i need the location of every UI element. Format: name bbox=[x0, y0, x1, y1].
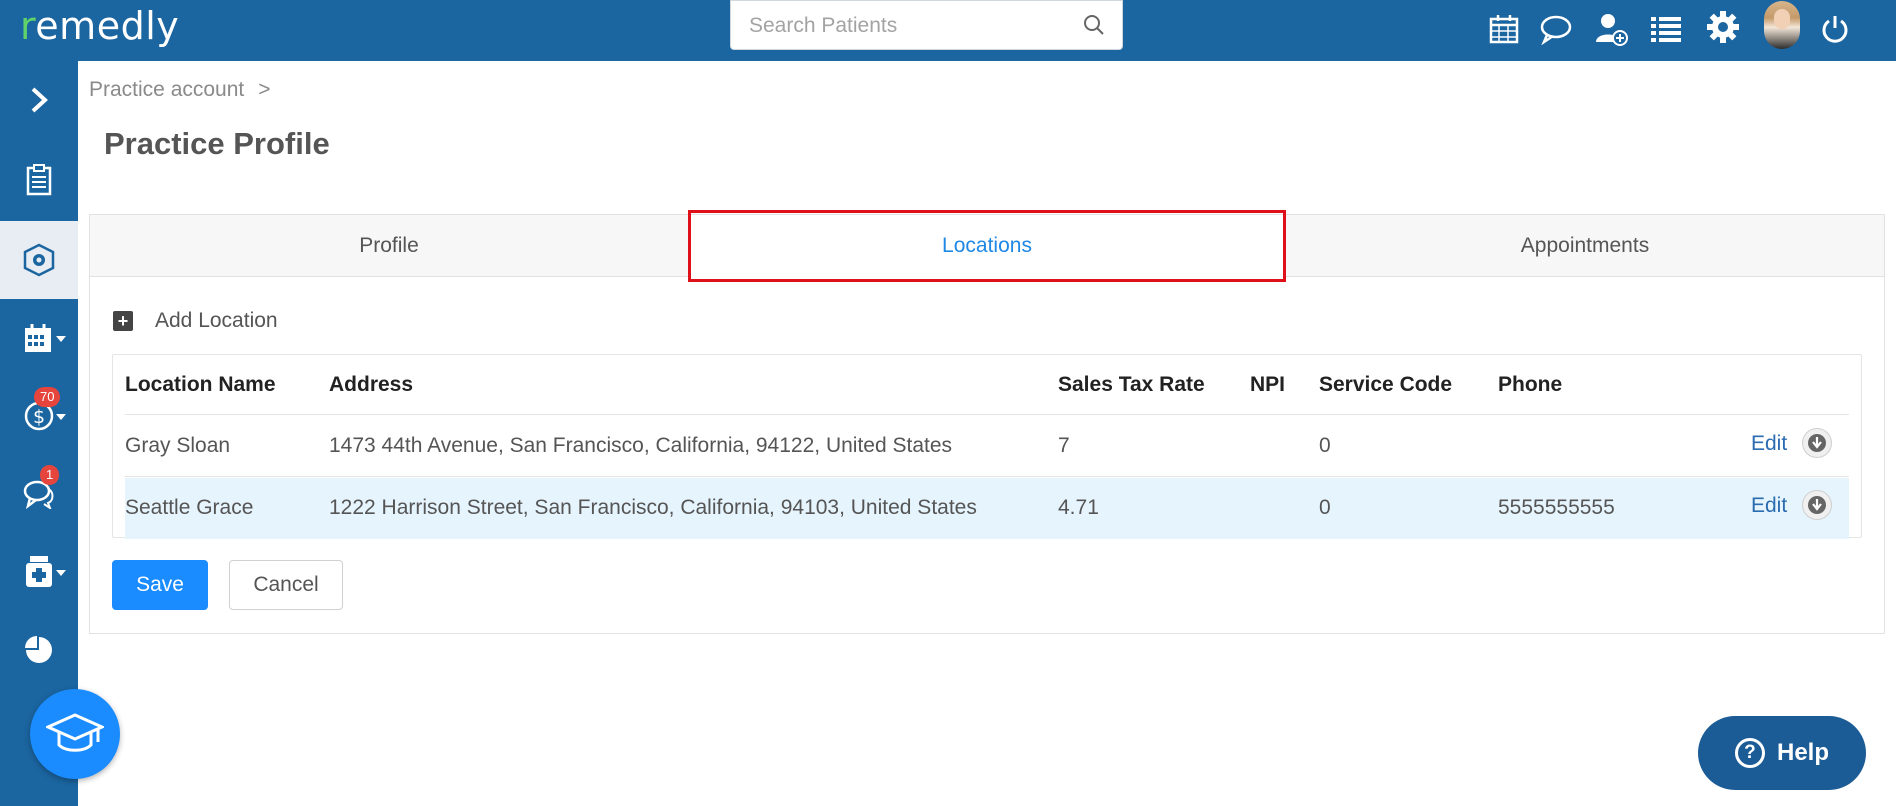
remedly-logo[interactable]: remedly bbox=[20, 4, 179, 48]
practice-settings-icon bbox=[23, 243, 55, 277]
breadcrumb: Practice account > bbox=[89, 78, 271, 102]
add-user-icon[interactable] bbox=[1590, 8, 1632, 50]
gear-icon[interactable] bbox=[1702, 6, 1744, 48]
table-row[interactable]: Gray Sloan 1473 44th Avenue, San Francis… bbox=[125, 416, 1849, 477]
svg-text:$: $ bbox=[33, 406, 45, 428]
sales-tax-cell: 4.71 bbox=[1058, 496, 1099, 519]
column-header-npi: NPI bbox=[1250, 373, 1286, 396]
sidebar-item-messages[interactable]: 1 bbox=[0, 455, 78, 533]
add-location-button[interactable]: + Add Location bbox=[113, 303, 278, 339]
phone-cell: 5555555555 bbox=[1498, 496, 1615, 519]
table-row[interactable]: Seattle Grace 1222 Harrison Street, San … bbox=[125, 478, 1849, 539]
column-header-phone: Phone bbox=[1498, 373, 1563, 396]
clipboard-icon bbox=[26, 164, 52, 196]
chevron-right-icon bbox=[31, 87, 48, 113]
power-icon[interactable] bbox=[1814, 8, 1856, 50]
sidebar-item-reports[interactable] bbox=[0, 611, 78, 689]
tab-bar: Profile Locations Appointments bbox=[90, 215, 1884, 277]
column-header-address: Address bbox=[329, 373, 414, 396]
sidebar-item-pharmacy[interactable] bbox=[0, 533, 78, 611]
learning-center-button[interactable] bbox=[30, 689, 120, 779]
service-code-cell: 0 bbox=[1319, 496, 1331, 519]
caret-down-icon bbox=[56, 570, 66, 576]
tab-appointments[interactable]: Appointments bbox=[1286, 215, 1884, 277]
question-icon: ? bbox=[1734, 738, 1765, 768]
service-code-cell: 0 bbox=[1319, 434, 1331, 457]
location-name-cell: Gray Sloan bbox=[125, 434, 231, 457]
arrow-down-circle-icon bbox=[1808, 496, 1826, 514]
address-cell: 1222 Harrison Street, San Francisco, Cal… bbox=[329, 496, 977, 519]
search-icon[interactable] bbox=[1082, 13, 1106, 37]
avatar[interactable] bbox=[1764, 1, 1800, 49]
chat-icon[interactable] bbox=[1535, 8, 1577, 50]
column-header-location-name: Location Name bbox=[125, 373, 276, 396]
page-title: Practice Profile bbox=[104, 126, 330, 161]
billing-badge: 70 bbox=[34, 387, 61, 407]
search-input[interactable] bbox=[749, 14, 1079, 38]
pharmacy-icon bbox=[26, 556, 52, 587]
help-label: Help bbox=[1776, 739, 1829, 766]
breadcrumb-item-practice-account[interactable]: Practice account bbox=[89, 78, 244, 101]
sidebar-item-billing[interactable]: $ 70 bbox=[0, 377, 78, 455]
sidebar-item-calendar[interactable] bbox=[0, 299, 78, 377]
location-name-cell: Seattle Grace bbox=[125, 496, 254, 519]
sidebar-item-charts[interactable] bbox=[0, 141, 78, 219]
table-header: Location Name Address Sales Tax Rate NPI… bbox=[125, 355, 1849, 415]
avatar-face bbox=[1774, 9, 1790, 29]
help-button[interactable]: ? Help bbox=[1698, 716, 1866, 790]
locations-table: Location Name Address Sales Tax Rate NPI… bbox=[112, 354, 1862, 539]
sidebar-expand[interactable] bbox=[0, 61, 78, 139]
plus-icon: + bbox=[113, 311, 133, 331]
sidebar-item-practice[interactable] bbox=[0, 221, 78, 299]
edit-link[interactable]: Edit bbox=[1751, 432, 1787, 456]
arrow-down-circle-icon bbox=[1808, 434, 1826, 452]
edit-link[interactable]: Edit bbox=[1751, 494, 1787, 518]
messages-badge: 1 bbox=[40, 465, 60, 485]
calendar-icon bbox=[25, 324, 51, 352]
breadcrumb-separator: > bbox=[258, 78, 271, 101]
column-header-service-code: Service Code bbox=[1319, 373, 1453, 396]
column-header-sales-tax-rate: Sales Tax Rate bbox=[1058, 373, 1205, 396]
row-actions-dropdown[interactable] bbox=[1802, 490, 1832, 520]
caret-down-icon bbox=[56, 414, 66, 420]
sales-tax-cell: 7 bbox=[1058, 434, 1070, 457]
add-location-label: Add Location bbox=[155, 309, 278, 332]
tab-profile[interactable]: Profile bbox=[90, 215, 688, 277]
save-button[interactable]: Save bbox=[112, 560, 208, 610]
tab-locations[interactable]: Locations bbox=[688, 215, 1286, 277]
reports-icon bbox=[25, 636, 52, 663]
list-icon[interactable] bbox=[1645, 8, 1687, 50]
caret-down-icon bbox=[56, 336, 66, 342]
address-cell: 1473 44th Avenue, San Francisco, Califor… bbox=[329, 434, 953, 457]
calendar-icon[interactable] bbox=[1483, 8, 1525, 50]
practice-profile-card: Profile Locations Appointments + Add Loc… bbox=[89, 214, 1885, 634]
search-box bbox=[730, 0, 1123, 50]
cancel-button[interactable]: Cancel bbox=[229, 560, 343, 610]
row-actions-dropdown[interactable] bbox=[1802, 428, 1832, 458]
top-bar: remedly bbox=[0, 0, 1896, 61]
graduation-cap-icon bbox=[46, 713, 104, 752]
